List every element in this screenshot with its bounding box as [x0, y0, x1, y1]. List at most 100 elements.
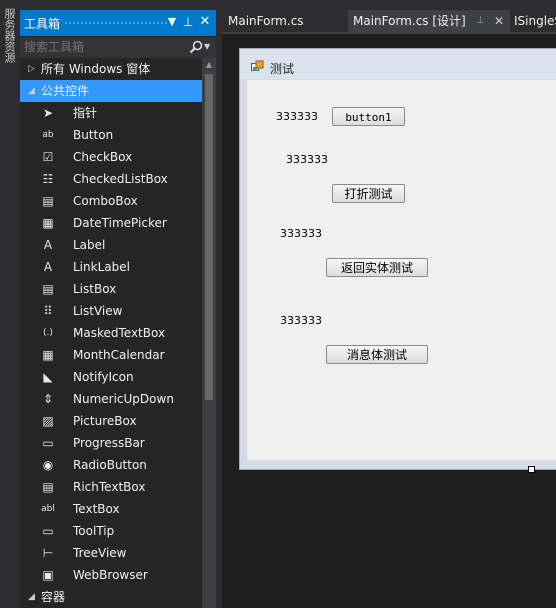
toolbox-item-label: LinkLabel — [73, 260, 130, 274]
toolbox-item[interactable]: ▦ MonthCalendar — [20, 344, 202, 366]
tab-label: MainForm.cs [设计] — [353, 14, 466, 28]
toolbox-search-input[interactable] — [24, 39, 184, 55]
label-icon: A — [43, 238, 53, 252]
toolbox-item[interactable]: ☷ CheckedListBox — [20, 168, 202, 190]
toolbox-item-label: CheckBox — [73, 150, 133, 164]
dropdown-icon[interactable]: ▼ — [164, 14, 180, 30]
button-icon: ab — [42, 130, 54, 140]
combobox-icon: ▤ — [42, 194, 54, 208]
label-3[interactable]: 333333 — [280, 227, 322, 240]
toolbox-item-label: TextBox — [73, 502, 120, 516]
toolbox-item[interactable]: ▦ DateTimePicker — [20, 212, 202, 234]
scrollbar-thumb[interactable] — [205, 74, 213, 400]
toolbox-item-label: ProgressBar — [73, 436, 145, 450]
tab-pin-icon[interactable]: ⊥ — [476, 10, 485, 32]
server-explorer-label[interactable]: 服务器资源 — [1, 8, 16, 63]
toolbox-item-label: Label — [73, 238, 106, 252]
toolbox-item-label: CheckedListBox — [73, 172, 168, 186]
collapsed-arrow-icon[interactable]: ▷ — [28, 58, 38, 80]
toolbox-item[interactable]: A Label — [20, 234, 202, 256]
pin-icon[interactable]: ⊥ — [180, 14, 196, 30]
richtextbox-icon: ▤ — [42, 480, 54, 494]
toolbox-item-label: TreeView — [73, 546, 127, 560]
tab-isingle[interactable]: ISingleS — [512, 10, 556, 32]
toolbox-item[interactable]: ▤ RichTextBox — [20, 476, 202, 498]
toolbox-group-label: 容器 — [41, 590, 66, 604]
toolbox-item-label: MaskedTextBox — [73, 326, 166, 340]
notifyicon-icon: ◣ — [43, 370, 53, 384]
server-explorer-strip[interactable]: 服务器资源 — [0, 0, 18, 608]
toolbox-item-label: NumericUpDown — [73, 392, 174, 406]
toolbox-item[interactable]: ab Button — [20, 124, 202, 146]
checkbox-icon: ☑ — [42, 150, 54, 164]
picturebox-icon: ▨ — [42, 414, 54, 428]
toolbox-item[interactable]: ▭ ProgressBar — [20, 432, 202, 454]
listbox-icon: ▤ — [42, 282, 54, 296]
toolbox-group-label: 所有 Windows 窗体 — [41, 62, 151, 76]
toolbox-item[interactable]: ▭ ToolTip — [20, 520, 202, 542]
toolbox-item[interactable]: ⠿ ListView — [20, 300, 202, 322]
toolbox-item[interactable]: ⊢ TreeView — [20, 542, 202, 564]
tooltip-icon: ▭ — [42, 524, 54, 538]
tab-mainform-designer[interactable]: MainForm.cs [设计] ⊥ ✕ — [348, 10, 510, 32]
toolbox-item[interactable]: ▤ ComboBox — [20, 190, 202, 212]
toolbox-item[interactable]: ➤ 指针 — [20, 102, 202, 124]
webbrowser-icon: ▣ — [42, 568, 54, 582]
button1[interactable]: button1 — [332, 107, 405, 126]
expanded-arrow-icon[interactable]: ◢ — [28, 80, 38, 102]
toolbox-item-label: PictureBox — [73, 414, 137, 428]
expanded-arrow-icon[interactable]: ◢ — [28, 586, 38, 608]
tab-close-icon[interactable]: ✕ — [494, 10, 504, 32]
toolbox-item[interactable]: abl TextBox — [20, 498, 202, 520]
toolbox-item-label: DateTimePicker — [73, 216, 167, 230]
toolbox-group-label: 公共控件 — [41, 84, 90, 98]
toolbox-item-label: WebBrowser — [73, 568, 148, 582]
listview-icon: ⠿ — [43, 304, 53, 318]
toolbox-titlebar: 工具箱 ▼ ⊥ ✕ — [20, 10, 216, 36]
toolbox-item-label: MonthCalendar — [73, 348, 165, 362]
label-1[interactable]: 333333 — [276, 110, 318, 123]
tab-label: MainForm.cs — [228, 14, 304, 28]
toolbox-item[interactable]: ◣ NotifyIcon — [20, 366, 202, 388]
tab-mainform-code[interactable]: MainForm.cs — [222, 10, 346, 32]
form-app-icon — [251, 60, 264, 71]
titlebar-grip[interactable] — [64, 21, 168, 25]
toolbox-search: ▼ — [20, 37, 216, 58]
toolbox-panel: 工具箱 ▼ ⊥ ✕ ▼ ▷所有 Windows 窗体◢公共控件➤指针abButt… — [20, 10, 216, 608]
toolbox-item-label: 指针 — [73, 106, 98, 120]
toolbox-group[interactable]: ◢ 公共控件 — [20, 80, 202, 102]
label-4[interactable]: 333333 — [280, 314, 322, 327]
message-body-test-button[interactable]: 消息体测试 — [326, 345, 428, 364]
toolbox-item[interactable]: ☑ CheckBox — [20, 146, 202, 168]
toolbox-item[interactable]: ▣ WebBrowser — [20, 564, 202, 586]
label-2[interactable]: 333333 — [286, 153, 328, 166]
toolbox-group[interactable]: ▷ 所有 Windows 窗体 — [20, 58, 202, 80]
toolbox-item[interactable]: A LinkLabel — [20, 256, 202, 278]
search-options-chevron-icon[interactable]: ▼ — [204, 39, 214, 55]
toolbox-item-label: NotifyIcon — [73, 370, 134, 384]
textbox-icon: abl — [41, 504, 55, 514]
pointer-icon: ➤ — [42, 106, 54, 120]
return-entity-test-button[interactable]: 返回实体测试 — [326, 258, 428, 277]
toolbox-group[interactable]: ◢ 容器 — [20, 586, 202, 608]
linklabel-icon: A — [43, 260, 53, 274]
toolbox-item[interactable]: ▨ PictureBox — [20, 410, 202, 432]
toolbox-item-label: RichTextBox — [73, 480, 146, 494]
document-tab-strip: MainForm.cs MainForm.cs [设计] ⊥ ✕ ISingle… — [222, 10, 556, 32]
toolbox-list: ▷ 所有 Windows 窗体 ◢ 公共控件 ➤ 指针 ab Button ☑ CheckBox ☷… — [20, 58, 202, 608]
search-icon[interactable] — [188, 39, 204, 55]
toolbox-title: 工具箱 — [24, 17, 61, 31]
numericupdown-icon: ⇕ — [42, 392, 54, 406]
toolbox-item[interactable]: ◉ RadioButton — [20, 454, 202, 476]
discount-test-button[interactable]: 打折测试 — [332, 184, 405, 203]
progressbar-icon: ▭ — [42, 436, 54, 450]
radiobutton-icon: ◉ — [42, 458, 54, 472]
scroll-up-arrow-icon[interactable]: ▲ — [202, 60, 216, 72]
monthcalendar-icon: ▦ — [42, 348, 54, 362]
close-icon[interactable]: ✕ — [197, 14, 213, 30]
toolbox-item-label: ListBox — [73, 282, 117, 296]
resize-handle[interactable] — [528, 466, 535, 473]
toolbox-item[interactable]: (.) MaskedTextBox — [20, 322, 202, 344]
toolbox-item[interactable]: ▤ ListBox — [20, 278, 202, 300]
toolbox-item[interactable]: ⇕ NumericUpDown — [20, 388, 202, 410]
